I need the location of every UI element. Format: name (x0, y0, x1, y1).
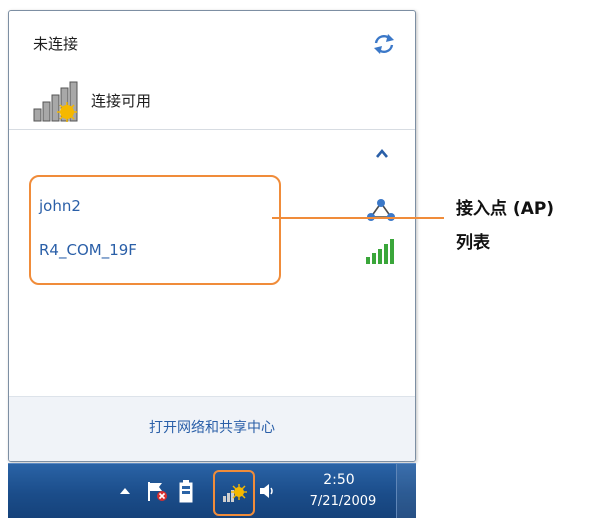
action-center-flag-icon[interactable] (146, 479, 168, 503)
network-item-john2[interactable]: john2 (39, 197, 81, 215)
ap-list-callout: 接入点 (AP) 列表 (456, 192, 554, 260)
wifi-signal-icon (366, 239, 394, 264)
show-hidden-icons-icon[interactable] (118, 484, 132, 498)
chevron-up-icon[interactable] (373, 145, 391, 163)
ap-list-highlight (29, 175, 281, 285)
flyout-footer: 打开网络和共享中心 (9, 396, 415, 461)
header-divider (9, 129, 415, 130)
volume-icon[interactable] (258, 481, 278, 501)
network-item-r4-com-19f[interactable]: R4_COM_19F (39, 241, 137, 259)
network-flyout: 未连接 连接可用 john2 R4_COM_19F 打开网络和共享中心 (8, 10, 416, 462)
flyout-header: 未连接 连接可用 (9, 11, 415, 129)
callout-line-1: 接入点 (AP) (456, 199, 555, 219)
adhoc-network-icon (367, 199, 395, 221)
callout-line-2: 列表 (456, 233, 490, 253)
taskbar: 2:50 7/21/2009 (8, 463, 417, 518)
clock-date[interactable]: 7/21/2009 (298, 494, 388, 509)
clock-time[interactable]: 2:50 (304, 472, 374, 488)
connection-status-title: 未连接 (33, 35, 79, 53)
show-desktop-button[interactable] (396, 464, 417, 518)
callout-line (272, 217, 444, 219)
network-tray-icon[interactable] (222, 478, 248, 504)
power-icon[interactable] (176, 478, 196, 504)
wireless-available-icon (33, 81, 78, 122)
open-network-center-link[interactable]: 打开网络和共享中心 (9, 417, 415, 437)
connections-available-label: 连接可用 (91, 92, 152, 110)
refresh-icon[interactable] (371, 31, 397, 57)
